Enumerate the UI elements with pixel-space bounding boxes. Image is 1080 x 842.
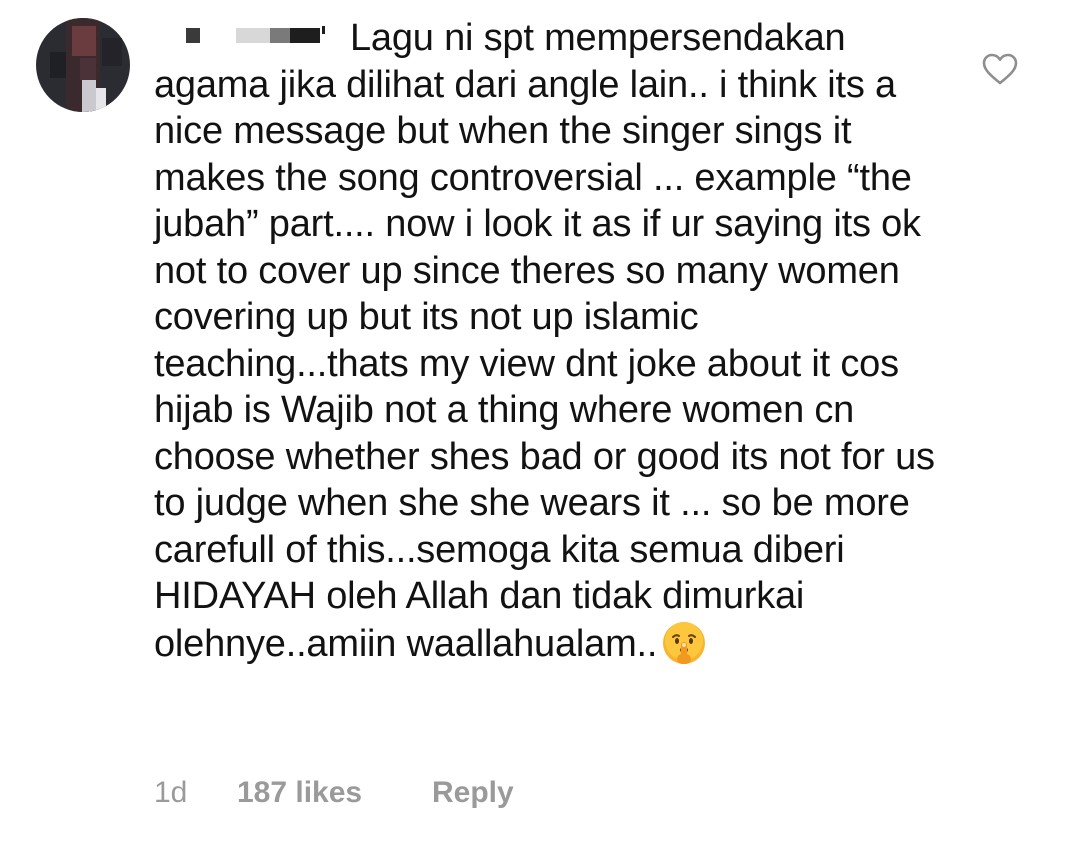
- shushing-face-icon: [661, 620, 707, 666]
- like-heart-icon[interactable]: [981, 52, 1019, 86]
- avatar[interactable]: [36, 18, 130, 112]
- comment: Lagu ni spt mempersendakan agama jika di…: [0, 0, 1080, 842]
- comment-text: Lagu ni spt mempersendakan agama jika di…: [154, 15, 944, 667]
- comment-time: 1d: [154, 776, 188, 809]
- comment-body: Lagu ni spt mempersendakan agama jika di…: [154, 17, 935, 665]
- likes-count[interactable]: 187 likes: [237, 776, 362, 810]
- reply-button[interactable]: Reply: [432, 776, 514, 810]
